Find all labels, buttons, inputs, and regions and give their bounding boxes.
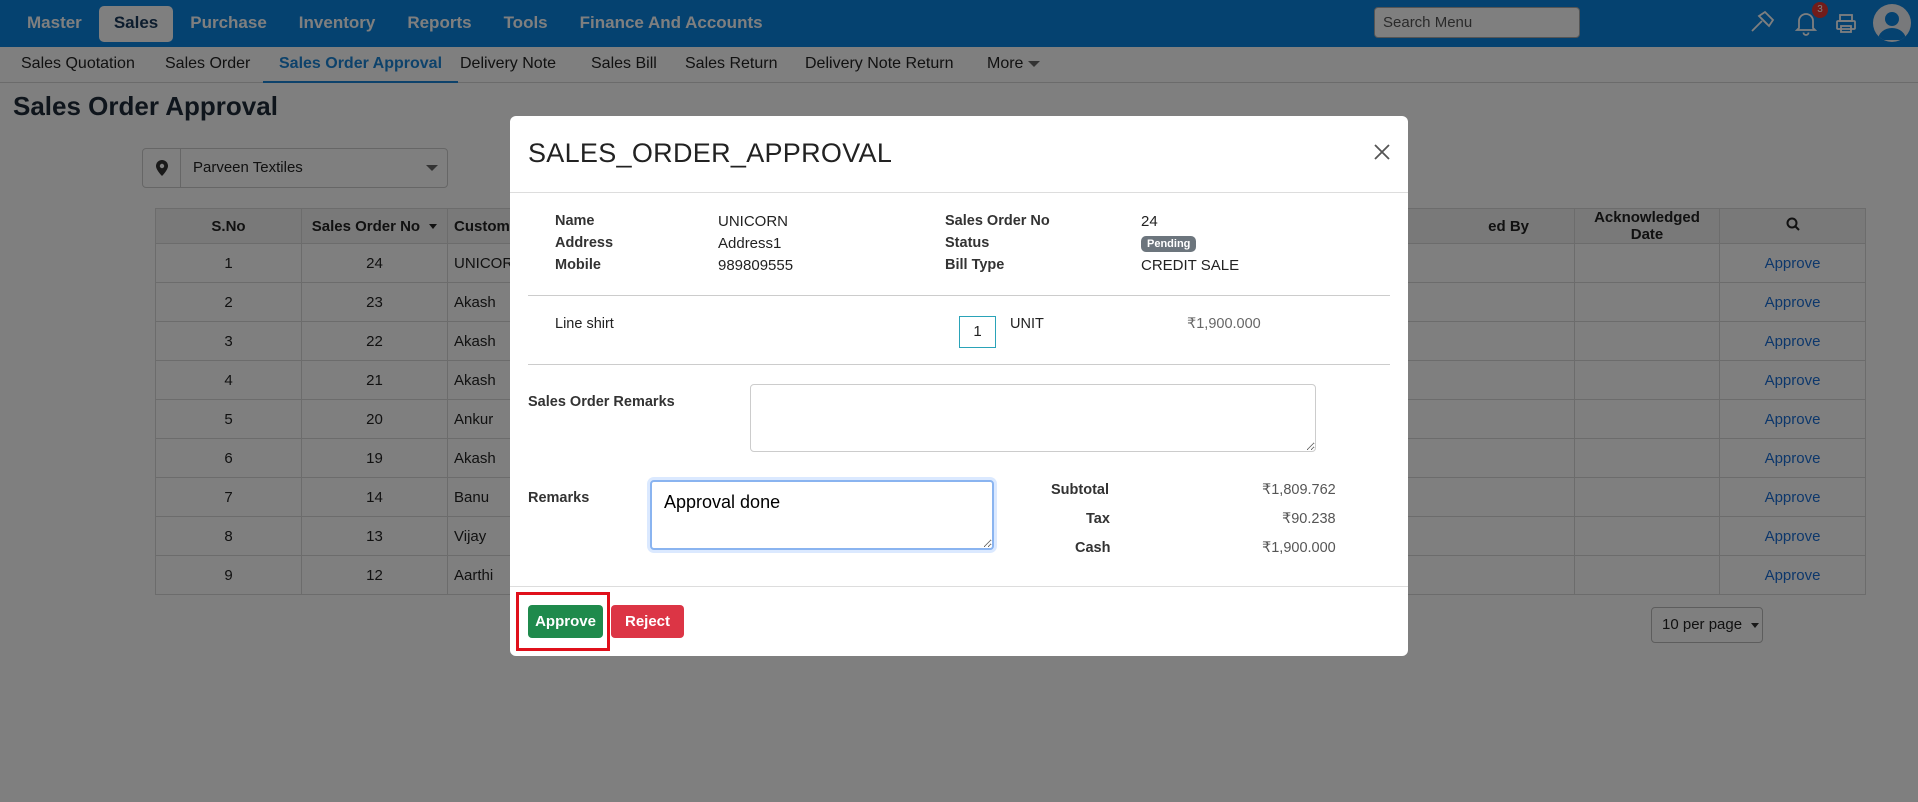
address-value: Address1 <box>718 235 782 252</box>
item-price: ₹1,900.000 <box>1187 316 1261 332</box>
order-no-value: 24 <box>1141 213 1158 230</box>
sales-order-approval-modal: SALES_ORDER_APPROVAL Name UNICORN Addres… <box>510 116 1408 656</box>
subtotal-value: ₹1,809.762 <box>1262 482 1336 498</box>
bill-type-value: CREDIT SALE <box>1141 257 1240 274</box>
modal-title: SALES_ORDER_APPROVAL <box>528 138 893 168</box>
divider <box>510 586 1408 587</box>
name-label: Name <box>555 213 595 229</box>
sales-order-remarks-label: Sales Order Remarks <box>528 394 675 410</box>
bill-type-label: Bill Type <box>945 257 1005 273</box>
cash-value: ₹1,900.000 <box>1262 540 1336 556</box>
close-icon[interactable] <box>1372 142 1392 162</box>
tax-value: ₹90.238 <box>1282 511 1336 527</box>
status-label: Status <box>945 235 990 251</box>
sales-order-remarks-textarea[interactable] <box>750 384 1316 452</box>
remarks-label: Remarks <box>528 490 590 506</box>
divider <box>510 192 1408 193</box>
divider <box>528 295 1390 296</box>
order-no-label: Sales Order No <box>945 213 1050 229</box>
mobile-label: Mobile <box>555 257 601 273</box>
name-value: UNICORN <box>718 213 788 230</box>
mobile-value: 989809555 <box>718 257 794 274</box>
reject-button[interactable]: Reject <box>611 605 684 638</box>
item-unit: UNIT <box>1010 316 1044 332</box>
item-name: Line shirt <box>555 316 614 332</box>
item-qty: 1 <box>959 316 996 348</box>
subtotal-label: Subtotal <box>1051 482 1109 498</box>
remarks-textarea[interactable] <box>650 480 994 550</box>
approve-highlight-box <box>516 592 610 651</box>
tax-label: Tax <box>1086 511 1110 527</box>
divider <box>528 364 1390 365</box>
status-badge: Pending <box>1141 236 1197 252</box>
address-label: Address <box>555 235 614 251</box>
cash-label: Cash <box>1075 540 1111 556</box>
